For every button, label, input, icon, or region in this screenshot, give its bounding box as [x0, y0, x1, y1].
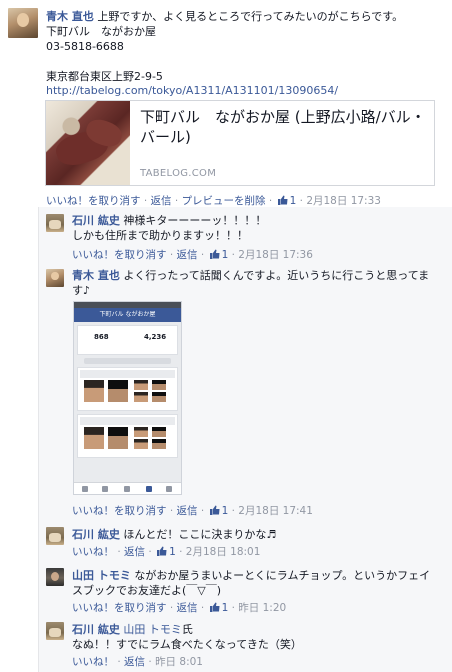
reply-author[interactable]: 山田 トモミ [72, 569, 131, 582]
like-count[interactable]: 1 [222, 505, 229, 517]
reply-link[interactable]: 返信 [151, 195, 172, 207]
phone-text-line [84, 358, 171, 364]
thumbs-up-icon [277, 195, 288, 205]
reply-timestamp[interactable]: 2月18日 17:41 [238, 505, 313, 517]
reply-timestamp[interactable]: 昨日 8:01 [155, 656, 203, 668]
phone-checkins-box [77, 414, 178, 458]
like-count[interactable]: 1 [290, 195, 297, 207]
reply-like-link[interactable]: いいね！ [72, 546, 114, 558]
reply-actions: いいね！を取り消す · 返信 · 1 · 2月18日 17:36 [72, 249, 313, 261]
reply-reply-link[interactable]: 返信 [124, 656, 145, 668]
post-text: 上野ですか、よく見るところで行ってみたいのがこちらです。 [97, 10, 404, 23]
post-url-link[interactable]: http://tabelog.com/tokyo/A1311/A131101/1… [46, 84, 338, 98]
reply-unlike-link[interactable]: いいね！を取り消す [72, 505, 167, 517]
reply-timestamp[interactable]: 昨日 1:20 [238, 602, 286, 614]
reply-text: しかも住所まで助かりますッ！！！ [72, 229, 248, 242]
remove-preview-link[interactable]: プレビューを削除 [182, 195, 266, 207]
attached-screenshot[interactable]: 下町バル ながおか屋 868 4,236 [73, 301, 182, 495]
reply-text: ほんとだ！ここに決まりかな♬ [123, 528, 277, 541]
reply-text: よく行ったって話聞くんですよ。近いうちに行こうと思ってま [123, 269, 430, 282]
reply-2: 青木 直也 よく行ったって話聞くんですよ。近いうちに行こうと思ってま [72, 269, 446, 283]
avatar-aoki[interactable] [8, 8, 38, 38]
unlike-link[interactable]: いいね！を取り消す [46, 195, 141, 207]
reply-unlike-link[interactable]: いいね！を取り消す [72, 249, 167, 261]
reply-author[interactable]: 青木 直也 [72, 269, 120, 282]
avatar-yamada[interactable] [46, 568, 64, 586]
reply-author[interactable]: 石川 紘史 [72, 214, 120, 227]
reply-text: す♪ [72, 284, 91, 297]
phone-stat-1: 868 [94, 333, 109, 341]
like-count[interactable]: 1 [169, 546, 176, 558]
reply-reply-link[interactable]: 返信 [177, 602, 198, 614]
reply-actions: いいね！ · 返信 · 昨日 8:01 [72, 656, 203, 668]
avatar-aoki[interactable] [46, 269, 64, 287]
link-preview-title: 下町バル ながおか屋 (上野広小路/バル・ バール) [140, 108, 426, 146]
phone-stat-2: 4,236 [144, 333, 167, 341]
like-count[interactable]: 1 [222, 602, 229, 614]
avatar-ishikawa[interactable] [46, 214, 64, 232]
reply-text: なぬ！！すでにラム食べたくなってきた（笑） [72, 638, 302, 651]
post-phone: 03-5818-6688 [46, 40, 124, 53]
reply-author[interactable]: 石川 紘史 [72, 528, 120, 541]
link-preview-card[interactable]: 下町バル ながおか屋 (上野広小路/バル・ バール) TABELOG.COM [45, 100, 435, 186]
reply-reply-link[interactable]: 返信 [177, 249, 198, 261]
thumbs-up-icon [157, 546, 167, 556]
reply-4: 山田 トモミ ながおか屋うまいよーとくにラムチョップ。というかフェイ [72, 569, 446, 583]
reply-5: 石川 紘史 山田 トモミ氏 [72, 623, 193, 637]
reply-reply-link[interactable]: 返信 [177, 505, 198, 517]
reply-text: 神様キターーーーッ！！！！ [123, 214, 267, 227]
reply-3: 石川 紘史 ほんとだ！ここに決まりかな♬ [72, 528, 276, 542]
reply-author[interactable]: 石川 紘史 [72, 623, 120, 636]
phone-title-bar: 下町バル ながおか屋 [74, 308, 181, 322]
reply-unlike-link[interactable]: いいね！を取り消す [72, 602, 167, 614]
post-timestamp[interactable]: 2月18日 17:33 [306, 195, 381, 207]
thumbs-up-icon [209, 602, 220, 612]
avatar-ishikawa[interactable] [46, 622, 64, 640]
reply-timestamp[interactable]: 2月18日 18:01 [186, 546, 261, 558]
phone-stats: 868 4,236 [77, 325, 178, 355]
reply-actions: いいね！を取り消す · 返信 · 1 · 昨日 1:20 [72, 602, 287, 614]
post-body: 青木 直也 上野ですか、よく見るところで行ってみたいのがこちらです。 [46, 10, 446, 24]
avatar-ishikawa[interactable] [46, 527, 64, 545]
phone-likes-box [77, 367, 178, 411]
meat-dish-image [46, 101, 130, 185]
mention-suffix: 氏 [181, 623, 193, 636]
thumbs-up-icon [209, 249, 220, 259]
post-shop-line: 下町バル ながおか屋 [46, 25, 156, 38]
post-address: 東京都台東区上野2-9-5 [46, 70, 163, 83]
post-author[interactable]: 青木 直也 [46, 10, 94, 23]
reply-timestamp[interactable]: 2月18日 17:36 [238, 249, 313, 261]
reply-text: スブックでお友達だよ(￣▽￣) [72, 584, 222, 597]
post-actions: いいね！を取り消す · 返信 · プレビューを削除 · 1 · 2月18日 17… [46, 195, 381, 207]
phone-tab-bar [74, 482, 181, 494]
link-preview-domain: TABELOG.COM [140, 168, 217, 179]
mention-link[interactable]: 山田 トモミ [123, 623, 182, 636]
reply-like-link[interactable]: いいね！ [72, 656, 114, 668]
thumbs-up-icon [209, 505, 220, 515]
reply-actions: いいね！を取り消す · 返信 · 1 · 2月18日 17:41 [72, 505, 313, 517]
reply-actions: いいね！ · 返信 · 1 · 2月18日 18:01 [72, 546, 261, 558]
like-count[interactable]: 1 [222, 249, 229, 261]
reply-1: 石川 紘史 神様キターーーーッ！！！！ [72, 214, 266, 228]
reply-reply-link[interactable]: 返信 [124, 546, 145, 558]
reply-text: ながおか屋うまいよーとくにラムチョップ。というかフェイ [134, 569, 431, 582]
